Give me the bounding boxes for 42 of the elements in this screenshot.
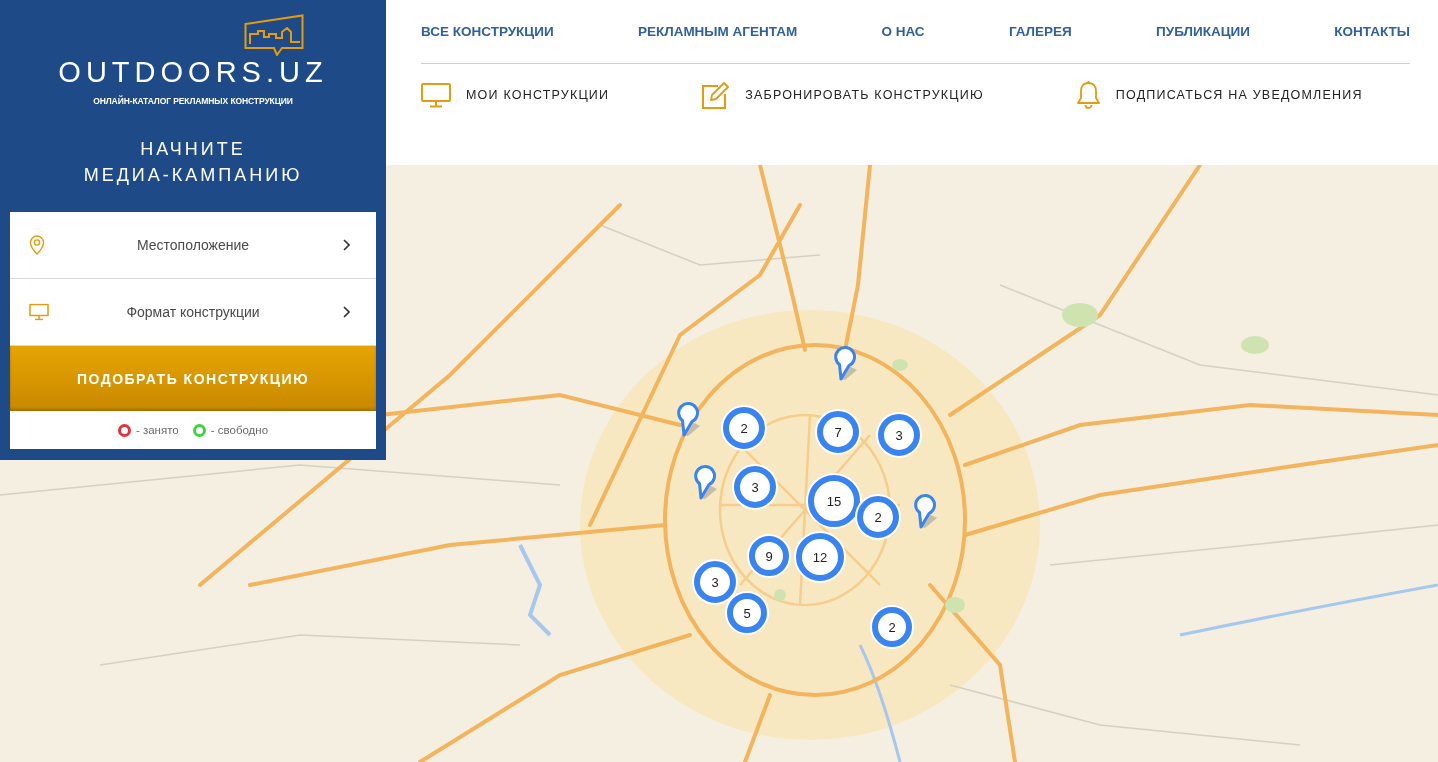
nav-link[interactable]: О НАС (881, 24, 925, 39)
legend-label: - свободно (210, 424, 269, 436)
nav-link[interactable]: КОНТАКТЫ (1334, 24, 1410, 39)
monitor-icon (421, 82, 451, 108)
park-area (892, 359, 908, 371)
cluster-marker[interactable]: 5 (727, 593, 767, 633)
park-area (945, 597, 965, 613)
cluster-marker[interactable]: 7 (817, 411, 859, 453)
monitor-icon (29, 303, 49, 321)
cluster-marker[interactable]: 3 (694, 561, 736, 603)
chevron-icon (343, 239, 350, 251)
map-pin-icon[interactable] (675, 401, 701, 437)
chevron-icon (343, 306, 350, 318)
cluster-marker[interactable]: 2 (872, 607, 912, 647)
cluster-marker[interactable]: 2 (723, 407, 765, 449)
action-link[interactable]: ЗАБРОНИРОВАТЬ КОНСТРУКЦИЮ (701, 80, 984, 110)
park-area (1241, 336, 1269, 354)
nav-link[interactable]: ПУБЛИКАЦИИ (1156, 24, 1250, 39)
action-link[interactable]: ПОДПИСАТЬСЯ НА УВЕДОМЛЕНИЯ (1075, 80, 1363, 110)
map-pin-icon[interactable] (832, 345, 858, 381)
logo-text: OUTDOORS.UZ (58, 56, 328, 88)
headline-text: МЕДИА-КАМПАНИЮ (83, 164, 303, 187)
nav-link[interactable]: ГАЛЕРЕЯ (1008, 24, 1072, 39)
cluster-marker[interactable]: 3 (878, 414, 920, 456)
map-pin-icon[interactable] (692, 464, 718, 500)
cluster-marker[interactable]: 9 (749, 536, 789, 576)
legend-label: - занято (135, 424, 179, 436)
cluster-marker[interactable]: 2 (857, 496, 899, 538)
logo-tagline: ОНЛАЙН-КАТАЛОГ РЕКЛАМНЫХ КОНСТРУКЦИИ (93, 96, 293, 107)
headline-text: НАЧНИТЕ (140, 138, 246, 161)
billboard-logo-icon (244, 14, 304, 56)
park-area (774, 589, 786, 601)
park-area (1062, 303, 1098, 327)
nav-link[interactable]: РЕКЛАМНЫМ АГЕНТАМ (637, 24, 798, 39)
location-pin-icon (29, 235, 45, 255)
nav-link[interactable]: ВСЕ КОНСТРУКЦИИ (421, 24, 554, 39)
bell-icon (1075, 80, 1101, 110)
edit-icon (701, 80, 731, 110)
map-pin-icon[interactable] (912, 493, 938, 529)
location-filter[interactable]: Местоположение (10, 212, 376, 279)
cluster-marker[interactable]: 3 (734, 466, 776, 508)
action-link[interactable]: МОИ КОНСТРУКЦИИ (421, 82, 610, 108)
